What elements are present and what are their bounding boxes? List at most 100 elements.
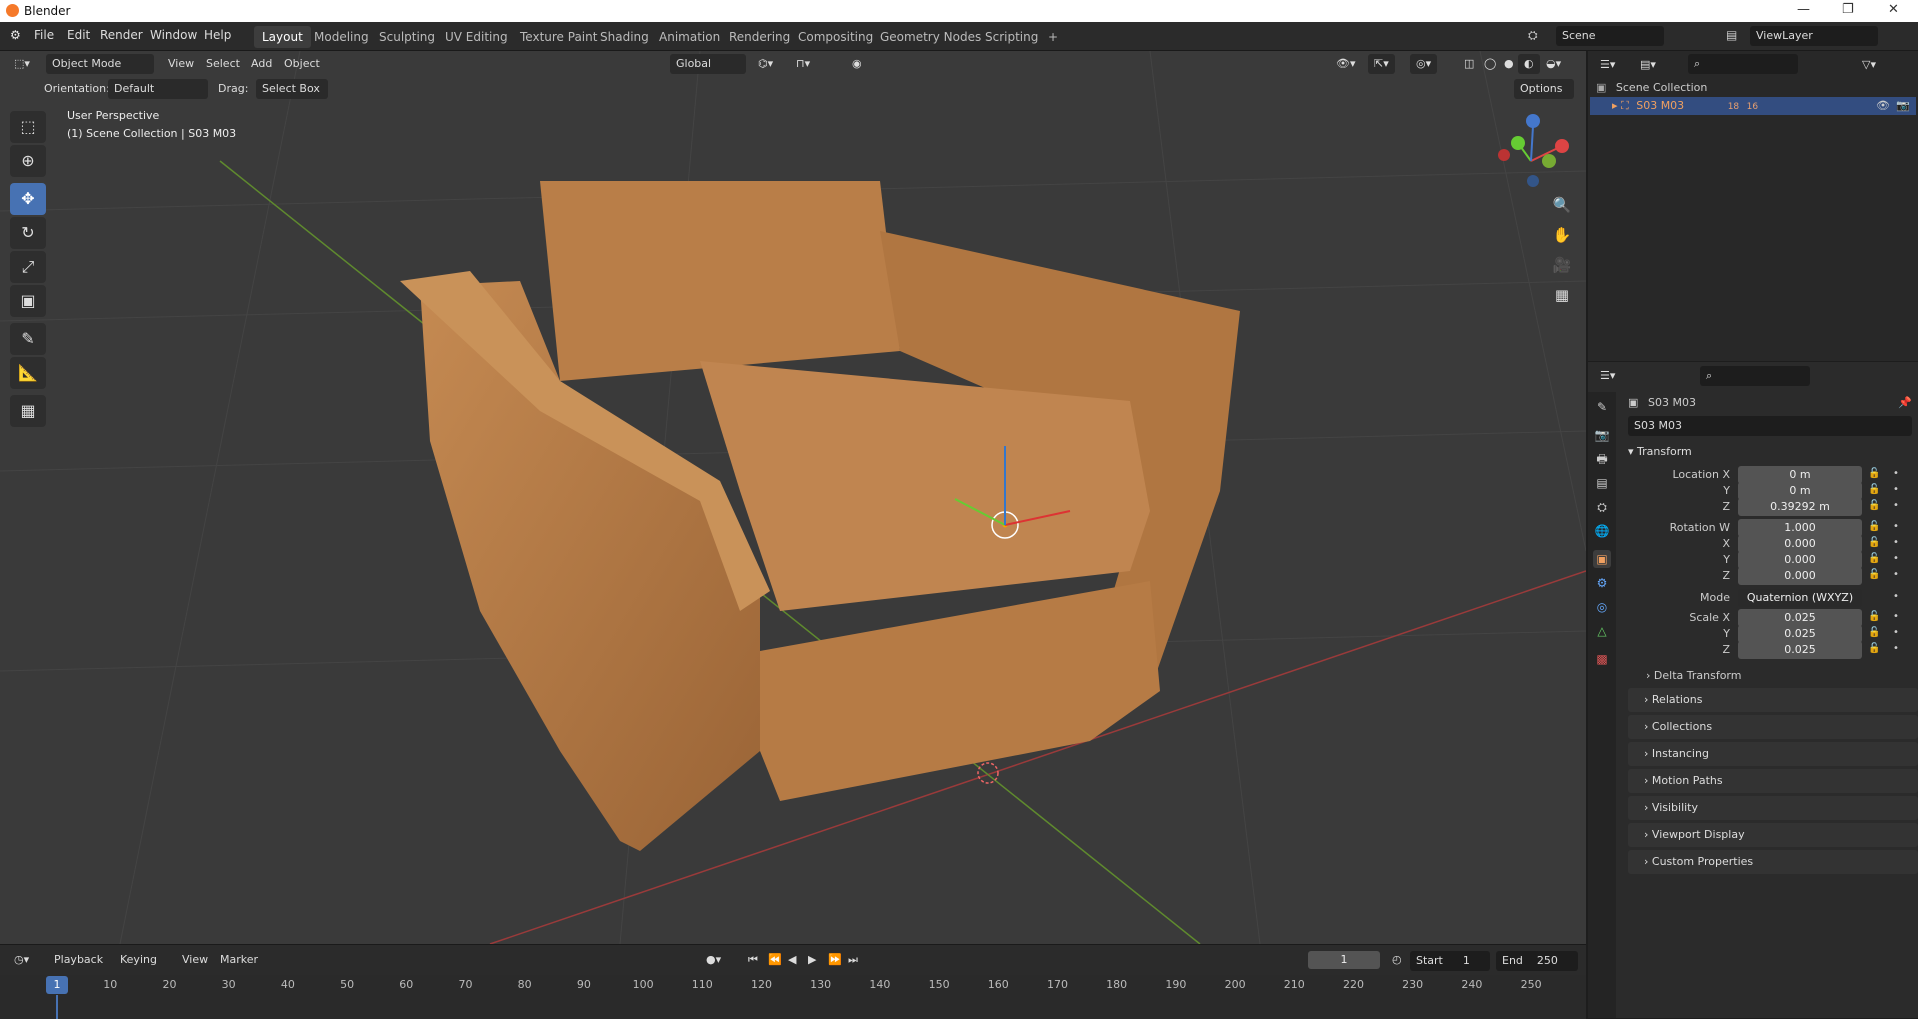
- gizmo-toggle-icon[interactable]: ⇱▾: [1368, 54, 1395, 74]
- scale-tool-icon[interactable]: ⤢: [10, 251, 46, 283]
- menu-playback[interactable]: Playback: [48, 950, 109, 970]
- select-box-tool-icon[interactable]: ⬚: [10, 111, 46, 143]
- menu-window[interactable]: Window: [150, 28, 197, 42]
- keyframe-dot-icon[interactable]: •: [1893, 569, 1899, 580]
- start-frame-field[interactable]: Start 1: [1410, 951, 1490, 971]
- keyframe-dot-icon[interactable]: •: [1893, 500, 1899, 511]
- lock-icon[interactable]: 🔓: [1868, 468, 1880, 479]
- object-name-field[interactable]: S03 M03: [1628, 416, 1912, 436]
- tab-layout[interactable]: Layout: [254, 26, 311, 48]
- outliner-search-input[interactable]: ⌕: [1688, 54, 1798, 74]
- record-icon[interactable]: ●▾: [700, 950, 727, 970]
- outliner-type-icon[interactable]: ☰▾: [1594, 55, 1621, 75]
- annotate-tool-icon[interactable]: ✎: [10, 323, 46, 355]
- menu-select[interactable]: Select: [200, 54, 246, 74]
- blender-menu-icon[interactable]: ⚙: [10, 28, 21, 42]
- menu-edit[interactable]: Edit: [67, 28, 90, 42]
- menu-file[interactable]: File: [34, 28, 54, 42]
- jump-start-icon[interactable]: ⏮: [742, 950, 764, 970]
- orientation-dropdown[interactable]: Default: [108, 79, 208, 99]
- keyframe-dot-icon[interactable]: •: [1893, 468, 1899, 479]
- lock-icon[interactable]: 🔓: [1868, 627, 1880, 638]
- panel-motion-paths[interactable]: › Motion Paths: [1628, 769, 1918, 793]
- keyframe-dot-icon[interactable]: •: [1893, 643, 1899, 654]
- tab-geometry-nodes[interactable]: Geometry Nodes: [872, 26, 989, 48]
- add-cube-tool-icon[interactable]: ▦: [10, 395, 46, 427]
- end-frame-field[interactable]: End 250: [1496, 951, 1578, 971]
- cursor-tool-icon[interactable]: ⊕: [10, 145, 46, 177]
- scale-z-field[interactable]: 0.025: [1738, 641, 1862, 659]
- display-mode-icon[interactable]: ▤▾: [1634, 55, 1662, 75]
- outliner-object-row[interactable]: ▸ ⛶ S03 M03 18 16 👁 📷: [1590, 97, 1916, 115]
- jump-end-icon[interactable]: ⏭: [842, 950, 864, 970]
- panel-collections[interactable]: › Collections: [1628, 715, 1918, 739]
- clock-icon[interactable]: ◴: [1386, 950, 1408, 970]
- camera-icon[interactable]: 📷: [1896, 97, 1910, 115]
- lock-icon[interactable]: 🔓: [1868, 611, 1880, 622]
- menu-timeline-view[interactable]: View: [176, 950, 214, 970]
- editor-type-icon[interactable]: ⬚▾: [8, 54, 36, 74]
- tab-compositing[interactable]: Compositing: [790, 26, 881, 48]
- maximize-icon[interactable]: ❐: [1842, 2, 1854, 17]
- tool-tab-icon[interactable]: ✎: [1593, 398, 1611, 416]
- material-shading-icon[interactable]: ◐: [1518, 54, 1540, 74]
- scene-tab-icon[interactable]: ⛭: [1593, 498, 1611, 516]
- ortho-grid-icon[interactable]: ▦: [1548, 281, 1576, 309]
- scene-icon[interactable]: ⛭: [1528, 28, 1538, 43]
- lock-icon[interactable]: 🔓: [1868, 484, 1880, 495]
- object-tab-icon[interactable]: ▣: [1593, 550, 1611, 568]
- options-dropdown[interactable]: Options: [1514, 79, 1574, 99]
- play-reverse-icon[interactable]: ◀: [782, 950, 802, 970]
- lock-icon[interactable]: 🔓: [1868, 537, 1880, 548]
- lock-icon[interactable]: 🔓: [1868, 569, 1880, 580]
- scene-field[interactable]: Scene: [1556, 26, 1664, 46]
- add-workspace-icon[interactable]: +: [1040, 26, 1066, 48]
- zoom-icon[interactable]: 🔍: [1548, 191, 1576, 219]
- keyframe-dot-icon[interactable]: •: [1893, 484, 1899, 495]
- visibility-icon[interactable]: 👁▾: [1330, 54, 1362, 74]
- pin-icon[interactable]: 📌: [1898, 396, 1912, 409]
- data-tab-icon[interactable]: △: [1593, 622, 1611, 640]
- tab-scripting[interactable]: Scripting: [977, 26, 1046, 48]
- panel-instancing[interactable]: › Instancing: [1628, 742, 1918, 766]
- properties-type-icon[interactable]: ☰▾: [1594, 366, 1621, 386]
- lock-icon[interactable]: 🔓: [1868, 553, 1880, 564]
- panel-visibility[interactable]: › Visibility: [1628, 796, 1918, 820]
- location-z-field[interactable]: 0.39292 m: [1738, 498, 1862, 516]
- keyframe-dot-icon[interactable]: •: [1893, 591, 1899, 602]
- rotation-z-field[interactable]: 0.000: [1738, 567, 1862, 585]
- keyframe-dot-icon[interactable]: •: [1893, 627, 1899, 638]
- menu-view[interactable]: View: [162, 54, 200, 74]
- view-layer-icon[interactable]: ▤: [1726, 28, 1737, 42]
- menu-render[interactable]: Render: [100, 28, 143, 42]
- menu-add[interactable]: Add: [245, 54, 278, 74]
- current-frame-field[interactable]: 1: [1308, 951, 1380, 969]
- tab-shading[interactable]: Shading: [592, 26, 657, 48]
- transform-panel-header[interactable]: ▾ Transform: [1628, 442, 1918, 462]
- minimize-icon[interactable]: —: [1797, 2, 1810, 17]
- output-tab-icon[interactable]: 🖶: [1593, 450, 1611, 468]
- lock-icon[interactable]: 🔓: [1868, 521, 1880, 532]
- tab-uv-editing[interactable]: UV Editing: [437, 26, 516, 48]
- play-icon[interactable]: ▶: [802, 950, 822, 970]
- solid-shading-icon[interactable]: ●: [1498, 54, 1520, 74]
- proportional-edit-icon[interactable]: ◉: [846, 54, 868, 74]
- menu-keying[interactable]: Keying: [114, 950, 163, 970]
- measure-tool-icon[interactable]: 📐: [10, 357, 46, 389]
- overlays-icon[interactable]: ◎▾: [1410, 54, 1438, 74]
- view-layer-field[interactable]: ViewLayer: [1750, 26, 1878, 46]
- render-tab-icon[interactable]: 📷: [1593, 426, 1611, 444]
- camera-view-icon[interactable]: 🎥: [1548, 251, 1576, 279]
- menu-marker[interactable]: Marker: [214, 950, 264, 970]
- eye-icon[interactable]: 👁: [1876, 97, 1890, 115]
- timeline-type-icon[interactable]: ◷▾: [8, 950, 35, 970]
- keyframe-dot-icon[interactable]: •: [1893, 611, 1899, 622]
- tab-sculpting[interactable]: Sculpting: [371, 26, 443, 48]
- object-mode-dropdown[interactable]: Object Mode: [46, 54, 154, 74]
- move-tool-icon[interactable]: ✥: [10, 183, 46, 215]
- view-layer-tab-icon[interactable]: ▤: [1593, 474, 1611, 492]
- panel-custom-properties[interactable]: › Custom Properties: [1628, 850, 1918, 874]
- menu-help[interactable]: Help: [204, 28, 231, 42]
- properties-search-input[interactable]: ⌕: [1700, 366, 1810, 386]
- keyframe-dot-icon[interactable]: •: [1893, 537, 1899, 548]
